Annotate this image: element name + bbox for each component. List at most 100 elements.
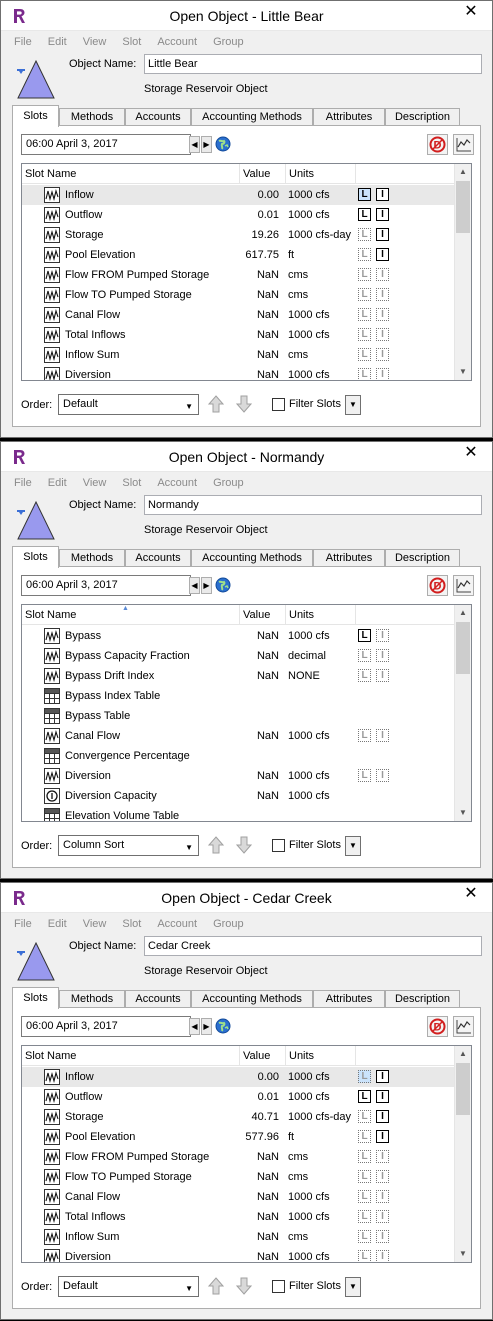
column-header-slot-name[interactable]: Slot Name [22,1046,240,1066]
menu-slot[interactable]: Slot [122,916,141,932]
move-up-button[interactable] [205,393,227,415]
column-header-units[interactable]: Units [286,605,356,625]
globe-icon[interactable] [215,136,231,152]
upper-bound-flag[interactable]: I [376,1130,389,1143]
order-select[interactable]: Default ▼ [58,1276,199,1297]
table-row[interactable]: Diversion NaN 1000 cfs L I [22,365,454,380]
scroll-thumb[interactable] [456,622,470,674]
lower-bound-flag[interactable]: L [358,1070,371,1083]
table-row[interactable]: Convergence Percentage [22,746,454,766]
tab-attributes[interactable]: Attributes [313,549,385,567]
next-timestep-button[interactable]: ▶ [201,577,212,594]
lower-bound-flag[interactable]: L [358,729,371,742]
lower-bound-flag[interactable]: L [358,248,371,261]
menu-account[interactable]: Account [157,475,197,491]
upper-bound-flag[interactable]: I [376,649,389,662]
timestep-field[interactable]: 06:00 April 3, 2017 [21,575,191,596]
close-window-button[interactable]: ✕ [450,442,492,466]
object-name-input[interactable]: Normandy [144,495,482,515]
menu-group[interactable]: Group [213,475,244,491]
lower-bound-flag[interactable]: L [358,1210,371,1223]
table-row[interactable]: Bypass NaN 1000 cfs L I [22,626,454,646]
table-row[interactable]: Inflow 0.00 1000 cfs L I [22,1067,454,1087]
upper-bound-flag[interactable]: I [376,268,389,281]
lower-bound-flag[interactable]: L [358,629,371,642]
table-row[interactable]: Diversion NaN 1000 cfs L I [22,766,454,786]
filter-menu-button[interactable]: ▼ [345,1277,361,1297]
column-header-flags[interactable] [356,605,454,625]
upper-bound-flag[interactable]: I [376,288,389,301]
lower-bound-flag[interactable]: L [358,1150,371,1163]
move-up-button[interactable] [205,834,227,856]
timestep-field[interactable]: 06:00 April 3, 2017 [21,134,191,155]
table-row[interactable]: Inflow 0.00 1000 cfs L I [22,185,454,205]
scroll-up-icon[interactable]: ▲ [455,1046,471,1062]
column-header-value[interactable]: Value [240,1046,286,1066]
tab-methods[interactable]: Methods [59,108,125,126]
upper-bound-flag[interactable]: I [376,348,389,361]
table-row[interactable]: Pool Elevation 577.96 ft L I [22,1127,454,1147]
lower-bound-flag[interactable]: L [358,669,371,682]
upper-bound-flag[interactable]: I [376,228,389,241]
lower-bound-flag[interactable]: L [358,1110,371,1123]
tab-accounts[interactable]: Accounts [125,108,191,126]
vertical-scrollbar[interactable]: ▲ ▼ [454,1046,471,1262]
tab-attributes[interactable]: Attributes [313,990,385,1008]
filter-menu-button[interactable]: ▼ [345,836,361,856]
order-select[interactable]: Default ▼ [58,394,199,415]
previous-timestep-button[interactable]: ◀ [189,1018,200,1035]
table-row[interactable]: Total Inflows NaN 1000 cfs L I [22,1207,454,1227]
lower-bound-flag[interactable]: L [358,1250,371,1262]
move-up-button[interactable] [205,1275,227,1297]
menu-file[interactable]: File [14,34,32,50]
table-row[interactable]: Bypass Table [22,706,454,726]
table-row[interactable]: Pool Elevation 617.75 ft L I [22,245,454,265]
column-header-value[interactable]: Value [240,605,286,625]
table-row[interactable]: Canal Flow NaN 1000 cfs L I [22,305,454,325]
tab-accounts[interactable]: Accounts [125,990,191,1008]
menu-slot[interactable]: Slot [122,475,141,491]
scroll-down-icon[interactable]: ▼ [455,364,471,380]
menu-edit[interactable]: Edit [48,34,67,50]
upper-bound-flag[interactable]: I [376,188,389,201]
column-header-slot-name[interactable]: Slot Name ▲ [22,605,240,625]
lower-bound-flag[interactable]: L [358,328,371,341]
menu-edit[interactable]: Edit [48,475,67,491]
upper-bound-flag[interactable]: I [376,1210,389,1223]
column-header-value[interactable]: Value [240,164,286,184]
table-row[interactable]: Flow FROM Pumped Storage NaN cms L I [22,265,454,285]
table-row[interactable]: Inflow Sum NaN cms L I [22,345,454,365]
filter-slots-checkbox[interactable] [272,839,285,852]
column-header-flags[interactable] [356,164,454,184]
lower-bound-flag[interactable]: L [358,288,371,301]
scroll-thumb[interactable] [456,1063,470,1115]
table-row[interactable]: Canal Flow NaN 1000 cfs L I [22,726,454,746]
table-row[interactable]: Bypass Capacity Fraction NaN decimal L I [22,646,454,666]
table-row[interactable]: Outflow 0.01 1000 cfs L I [22,1087,454,1107]
tab-methods[interactable]: Methods [59,990,125,1008]
lower-bound-flag[interactable]: L [358,1130,371,1143]
tab-description[interactable]: Description [385,549,460,567]
menu-file[interactable]: File [14,475,32,491]
scroll-down-icon[interactable]: ▼ [455,1246,471,1262]
scroll-up-icon[interactable]: ▲ [455,164,471,180]
vertical-scrollbar[interactable]: ▲ ▼ [454,164,471,380]
scroll-up-icon[interactable]: ▲ [455,605,471,621]
table-row[interactable]: Diversion Capacity NaN 1000 cfs [22,786,454,806]
table-row[interactable]: Outflow 0.01 1000 cfs L I [22,205,454,225]
column-header-flags[interactable] [356,1046,454,1066]
previous-timestep-button[interactable]: ◀ [189,136,200,153]
menu-account[interactable]: Account [157,916,197,932]
table-row[interactable]: Canal Flow NaN 1000 cfs L I [22,1187,454,1207]
lower-bound-flag[interactable]: L [358,769,371,782]
tab-slots[interactable]: Slots [12,987,59,1009]
upper-bound-flag[interactable]: I [376,729,389,742]
globe-icon[interactable] [215,577,231,593]
table-row[interactable]: Bypass Index Table [22,686,454,706]
lower-bound-flag[interactable]: L [358,208,371,221]
move-down-button[interactable] [233,1275,255,1297]
filter-slots-checkbox[interactable] [272,1280,285,1293]
tab-accounting-methods[interactable]: Accounting Methods [191,108,313,126]
scroll-down-icon[interactable]: ▼ [455,805,471,821]
table-row[interactable]: Storage 19.26 1000 cfs-day L I [22,225,454,245]
